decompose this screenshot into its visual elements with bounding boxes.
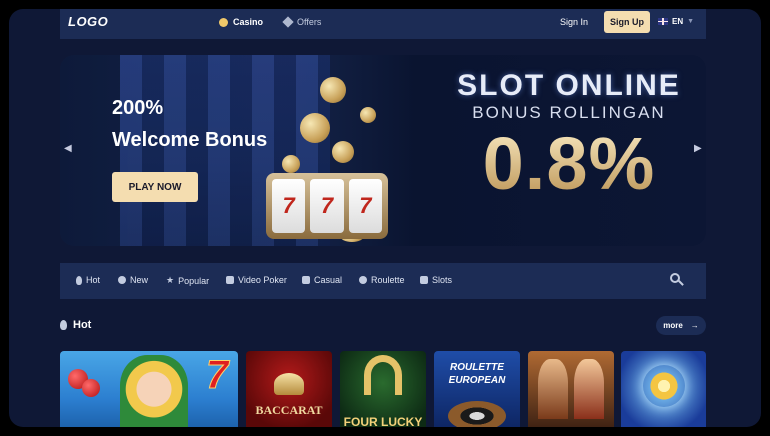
category-label: Video Poker — [238, 275, 287, 285]
game-tile[interactable] — [621, 351, 706, 427]
slot-reels-image: 7 7 7 — [266, 173, 388, 239]
grid-icon — [302, 276, 310, 284]
sign-in-link[interactable]: Sign In — [560, 17, 588, 27]
category-label: Slots — [432, 275, 453, 285]
dome-image — [274, 373, 304, 395]
more-label: more — [663, 321, 683, 330]
character-image — [538, 359, 568, 419]
game-title: FOUR LUCKY — [343, 415, 423, 428]
game-title: ROULETTE EUROPEAN — [448, 362, 506, 386]
category-label: Hot — [86, 275, 101, 285]
game-tile[interactable] — [528, 351, 614, 427]
top-navbar: LOGO Casino Offers Sign In Sign Up EN ▼ — [60, 9, 706, 39]
shield-icon — [226, 276, 234, 284]
nav-offers-label: Offers — [297, 17, 322, 27]
sign-up-button[interactable]: Sign Up — [604, 11, 650, 33]
reel: 7 — [272, 179, 306, 233]
category-hot[interactable]: Hot — [76, 275, 100, 285]
site-logo[interactable]: LOGO — [68, 14, 108, 29]
section-title-hot: Hot — [60, 319, 91, 331]
coin-image — [360, 107, 376, 123]
reel: 7 — [310, 179, 344, 233]
uk-flag-icon — [658, 18, 668, 25]
star-icon: ★ — [166, 275, 175, 285]
flame-icon — [76, 275, 82, 285]
game-title: BACCARAT — [255, 403, 323, 417]
category-label: Popular — [178, 275, 210, 286]
cherry-image — [82, 379, 100, 397]
roulette-icon — [359, 276, 367, 284]
promo-text-block: SLOT ONLINE BONUS ROLLINGAN 0.8% — [438, 69, 700, 239]
category-label: Roulette — [371, 275, 405, 285]
promo-banner[interactable]: 7 7 7 200% Welcome Bonus PLAY NOW ◀ ▶ SL… — [60, 55, 706, 246]
nav-casino[interactable]: Casino — [219, 17, 263, 27]
search-icon[interactable] — [670, 273, 684, 287]
play-now-button[interactable]: PLAY NOW — [112, 172, 198, 202]
game-tile[interactable]: 7 — [60, 351, 238, 427]
category-slots[interactable]: Slots — [420, 275, 452, 285]
character-image — [574, 359, 604, 419]
category-new[interactable]: New — [118, 275, 148, 285]
new-icon — [118, 276, 126, 284]
more-button[interactable]: more → — [656, 316, 706, 335]
category-label: Casual — [314, 275, 343, 285]
coin-image — [282, 155, 300, 173]
category-roulette[interactable]: Roulette — [359, 275, 405, 285]
slots-icon — [420, 276, 428, 284]
language-selector[interactable]: EN ▼ — [658, 17, 694, 26]
diamond-icon — [282, 16, 294, 28]
game-tile[interactable]: BACCARAT — [246, 351, 332, 427]
character-image — [120, 355, 188, 427]
promo-value: 0.8% — [438, 123, 700, 205]
category-popular[interactable]: ★ Popular — [166, 275, 209, 286]
carousel-prev-icon[interactable]: ◀ — [64, 143, 72, 154]
coin-image — [320, 77, 346, 103]
promo-line-1: SLOT ONLINE — [457, 69, 681, 102]
category-label: New — [130, 275, 149, 285]
bonus-percent: 200% — [112, 97, 164, 119]
roulette-wheel-image — [448, 401, 506, 427]
reel: 7 — [348, 179, 382, 233]
seven-symbol: 7 — [205, 353, 229, 398]
game-tile[interactable]: FOUR LUCKY — [340, 351, 426, 427]
nav-casino-label: Casino — [233, 17, 264, 27]
promo-line-2: BONUS ROLLINGAN — [472, 103, 666, 122]
category-video-poker[interactable]: Video Poker — [226, 275, 287, 285]
game-tile[interactable]: ROULETTE EUROPEAN — [434, 351, 520, 427]
casino-chip-icon — [219, 17, 228, 27]
section-title-label: Hot — [73, 319, 92, 331]
language-code: EN — [672, 17, 684, 26]
category-casual[interactable]: Casual — [302, 275, 342, 285]
nav-offers[interactable]: Offers — [282, 16, 322, 28]
horseshoe-image — [364, 355, 402, 395]
flame-icon — [60, 320, 67, 330]
page-frame: LOGO Casino Offers Sign In Sign Up EN ▼ … — [9, 9, 761, 427]
coin-image — [332, 141, 354, 163]
bonus-title: Welcome Bonus — [112, 129, 268, 151]
chevron-down-icon: ▼ — [687, 18, 695, 25]
games-row: 7 BACCARAT FOUR LUCKY ROULETTE EUROPEAN — [60, 351, 706, 427]
arrow-right-icon: → — [690, 321, 699, 330]
seashell-image — [643, 365, 685, 407]
coin-image — [300, 113, 330, 143]
category-bar: Hot New ★ Popular Video Poker Casual Rou… — [60, 263, 706, 299]
